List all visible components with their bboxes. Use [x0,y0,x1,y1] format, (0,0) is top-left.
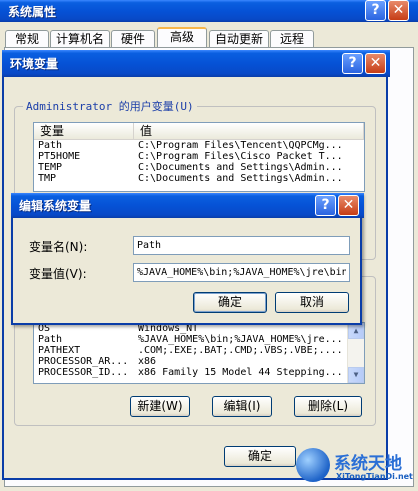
close-icon[interactable]: ✕ [388,0,409,21]
tab-general[interactable]: 常规 [5,30,49,47]
system-variables-list[interactable]: OS Windows_NT Path %JAVA_HOME%\bin;%JAVA_H… [33,322,365,384]
variable-name-input[interactable] [133,236,350,255]
close-icon[interactable]: ✕ [365,53,386,74]
tab-advanced[interactable]: 高级 [157,27,207,48]
column-value[interactable]: 值 [134,123,364,139]
user-variables-list[interactable]: 变量 值 Path C:\Program Files\Tencent\QQPCMg… [33,122,365,192]
watermark-brand: 系统天地 [334,454,402,474]
list-item[interactable]: Path C:\Program Files\Tencent\QQPCMg... [34,140,364,151]
help-icon[interactable]: ? [365,0,386,21]
list-item[interactable]: PROCESSOR_AR... x86 [34,356,364,367]
edit-dialog-titlebar: 编辑系统变量 [11,193,364,218]
tab-hardware[interactable]: 硬件 [111,30,155,47]
cancel-button[interactable]: 取消 [275,292,349,313]
variable-name-label: 变量名(N): [29,240,88,254]
variable-value-input[interactable] [133,263,350,282]
help-icon[interactable]: ? [315,195,336,216]
edit-button[interactable]: 编辑(I) [212,396,272,417]
watermark-logo: 系统天地 XiTongTianDi.net [296,446,416,488]
tab-computer-name[interactable]: 计算机名 [50,30,110,47]
delete-button[interactable]: 删除(L) [294,396,362,417]
new-button[interactable]: 新建(W) [130,396,190,417]
ok-button[interactable]: 确定 [193,292,267,313]
scroll-down-icon[interactable]: ▼ [348,367,364,383]
list-item[interactable]: PATHEXT .COM;.EXE;.BAT;.CMD;.VBS;.VBE;...… [34,345,364,356]
tab-remote[interactable]: 远程 [270,30,314,47]
close-icon[interactable]: ✕ [338,195,359,216]
system-properties-title: 系统属性 [8,4,57,19]
edit-system-variable-dialog: 编辑系统变量 ? ✕ 变量名(N): 变量值(V): 确定 取消 [11,193,364,325]
tab-auto-update[interactable]: 自动更新 [209,30,269,47]
watermark-url: XiTongTianDi.net [336,472,413,481]
edit-dialog-title: 编辑系统变量 [19,199,92,213]
list-item[interactable]: Path %JAVA_HOME%\bin;%JAVA_HOME%\jre... [34,334,364,345]
help-icon[interactable]: ? [342,53,363,74]
list-item[interactable]: PROCESSOR_ID... x86 Family 15 Model 44 St… [34,367,364,378]
env-title: 环境变量 [10,57,59,71]
variable-value-label: 变量值(V): [29,267,87,281]
vertical-scrollbar[interactable]: ▲ ▼ [347,323,364,383]
scroll-up-icon[interactable]: ▲ [348,323,364,339]
list-header: 变量 值 [34,123,364,140]
column-variable[interactable]: 变量 [34,123,134,139]
env-ok-button[interactable]: 确定 [224,446,296,467]
list-item[interactable]: TEMP C:\Documents and Settings\Admin... [34,162,364,173]
list-item[interactable]: PT5HOME C:\Program Files\Cisco Packet T..… [34,151,364,162]
env-titlebar: 环境变量 [2,50,390,77]
list-item[interactable]: TMP C:\Documents and Settings\Admin... [34,173,364,184]
system-properties-titlebar: 系统属性 [0,0,418,22]
user-variables-label: Administrator 的用户变量(U) [23,98,197,114]
watermark-globe-icon [296,448,330,482]
